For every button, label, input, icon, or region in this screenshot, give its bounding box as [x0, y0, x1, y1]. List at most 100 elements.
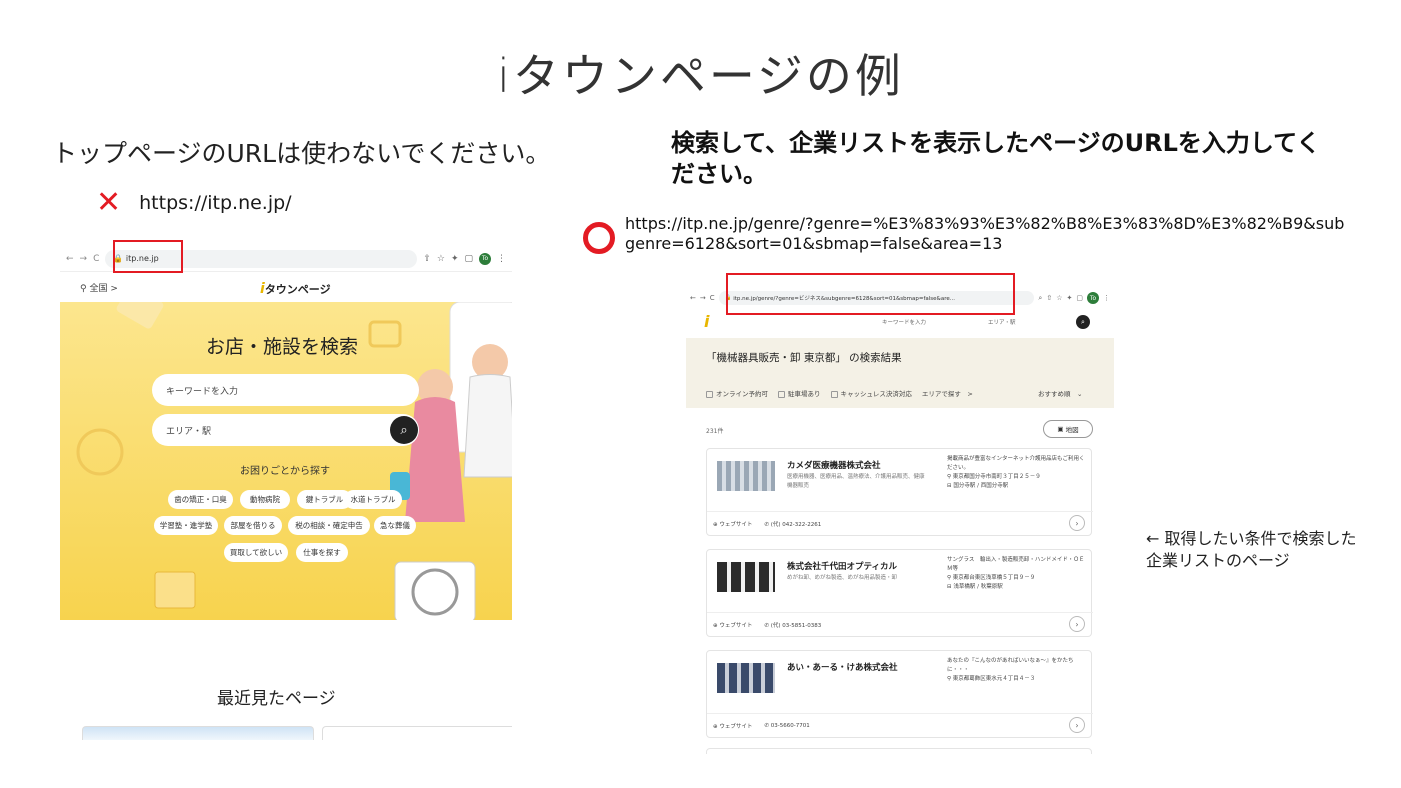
logo-text: タウンページ [264, 283, 331, 296]
checkbox-icon [778, 390, 785, 398]
filter-bar: オンライン予約可 駐車場あり キャッシュレス決済対応 エリアで探す > [706, 388, 973, 398]
chip[interactable]: 税の相談・確定申告 [288, 516, 370, 535]
station-row: ⊟ 国分寺駅 / 西国分寺駅 [947, 482, 1087, 491]
result-image [717, 663, 775, 693]
location-selector[interactable]: ⚲ 全国 > [80, 281, 118, 294]
address-text: 東京都葛飾区東水元４丁目４－３ [952, 676, 1036, 682]
website-label: ウェブサイト [719, 521, 753, 528]
chip[interactable]: 部屋を借りる [224, 516, 282, 535]
avatar[interactable]: To [479, 252, 491, 265]
result-desc: 掲載商品が豊富なインターネット介護用品店もご利用ください。 ⚲ 東京都国分寺市南… [947, 455, 1087, 491]
hero-section: お店・施設を検索 キーワードを入力 エリア・駅 ⌕ お困りごとから探す 歯の矯正… [60, 302, 512, 620]
chip[interactable]: 急な葬儀 [374, 516, 416, 535]
nav-buttons: ← → C [66, 254, 99, 264]
phone-link[interactable]: ✆ 03-5660-7701 [764, 723, 809, 729]
bad-url: https://itp.ne.jp/ [139, 192, 292, 214]
recent-heading: 最近見たページ [217, 689, 336, 709]
sidebar-icon[interactable]: ▢ [464, 254, 473, 264]
result-name[interactable]: カメダ医療機器株式会社 [787, 459, 881, 471]
good-example-row: https://itp.ne.jp/genre/?genre=%E3%83%93… [583, 214, 1345, 254]
recent-card[interactable] [82, 726, 314, 740]
chip[interactable]: 水道トラブル [344, 490, 402, 509]
result-image [717, 461, 775, 491]
puzzle-icon[interactable]: ✦ [1067, 294, 1073, 302]
result-desc: あなたの『こんなのがあればいいなぁ～』をかたちに・・・ ⚲ 東京都葛飾区東水元４… [947, 657, 1087, 684]
result-desc: サングラス 輸出入・製造販売卸・ハンドメイド・ＯＥＭ等 ⚲ 東京都台東区浅草橋５… [947, 556, 1087, 592]
reload-icon[interactable]: C [710, 294, 715, 302]
menu-icon[interactable]: ⋮ [1103, 294, 1110, 302]
zoom-icon[interactable]: ⌕ [1038, 294, 1042, 303]
forward-icon[interactable]: → [80, 254, 88, 264]
area-filter[interactable]: エリアで探す > [922, 388, 973, 398]
desc-text: 掲載商品が豊富なインターネット介護用品店もご利用ください。 [947, 456, 1085, 471]
star-icon[interactable]: ☆ [1056, 294, 1062, 302]
result-url-highlight [726, 273, 1015, 315]
share-icon[interactable]: ⇧ [423, 254, 431, 264]
phone-link[interactable]: ✆ (代) 03-5851-0383 [764, 621, 821, 629]
result-footer: ⊕ ウェブサイト ✆ (代) 03-5851-0383 [707, 612, 1093, 636]
star-icon[interactable]: ☆ [437, 254, 445, 264]
phone-text: (代) 03-5851-0383 [770, 622, 822, 629]
bad-example-row: ✕ https://itp.ne.jp/ [96, 188, 292, 218]
phone-text: 03-5660-7701 [770, 722, 810, 729]
result-name[interactable]: あい・あーる・けあ株式会社 [787, 661, 898, 673]
chip[interactable]: 買取して欲しい [224, 543, 288, 562]
search-icon: ⌕ [400, 422, 408, 438]
map-button[interactable]: ▣ 地図 [1043, 420, 1093, 438]
results-page-screenshot: ← → C 🔒 itp.ne.jp/genre/?genre=ビジネス&subg… [686, 288, 1114, 754]
area-input[interactable]: エリア・駅 [988, 318, 1016, 326]
top-url-highlight [113, 240, 183, 273]
result-count: 231件 [706, 428, 724, 435]
chevron-right-icon[interactable]: › [1069, 515, 1085, 531]
search-button[interactable]: ⌕ [390, 416, 418, 444]
chevron-right-icon[interactable]: › [1069, 616, 1085, 632]
result-card[interactable]: カメダ医療機器株式会社 医療用機器、医療用品、温熱療法、介護用品販売、健康機器販… [706, 448, 1093, 536]
website-label: ウェブサイト [719, 723, 753, 730]
result-footer: ⊕ ウェブサイト ✆ (代) 042-322-2261 [707, 511, 1093, 535]
area-input[interactable]: エリア・駅 [152, 414, 419, 446]
search-icon: ⌕ [1081, 317, 1085, 326]
chip[interactable]: 歯の矯正・口臭 [168, 490, 233, 509]
result-card[interactable]: あい・あーる・けあ株式会社 あなたの『こんなのがあればいいなぁ～』をかたちに・・… [706, 650, 1093, 738]
filter-label: キャッシュレス決済対応 [840, 390, 912, 398]
search-button[interactable]: ⌕ [1076, 315, 1090, 329]
phone-link[interactable]: ✆ (代) 042-322-2261 [764, 520, 821, 528]
sort-select[interactable]: おすすめ順 ⌄ [1038, 388, 1082, 398]
reload-icon[interactable]: C [93, 254, 99, 264]
avatar[interactable]: To [1087, 292, 1099, 304]
good-url: https://itp.ne.jp/genre/?genre=%E3%83%93… [625, 214, 1345, 253]
chevron-right-icon[interactable]: › [1069, 717, 1085, 733]
site-logo[interactable]: iタウンページ [260, 281, 331, 297]
circle-icon [583, 222, 615, 254]
results-header: 「機械器具販売・卸 東京都」 の検索結果 オンライン予約可 駐車場あり キャッシ… [686, 338, 1114, 408]
left-instruction: トップページのURLは使わないでください。 [52, 139, 551, 168]
station-text: 浅草橋駅 / 秋葉原駅 [953, 584, 1003, 590]
sidebar-icon[interactable]: ▢ [1076, 294, 1083, 302]
result-name[interactable]: 株式会社千代田オプティカル [787, 560, 897, 572]
site-logo[interactable]: i [704, 312, 709, 331]
cross-icon: ✕ [96, 185, 122, 220]
website-link[interactable]: ⊕ ウェブサイト [713, 621, 752, 629]
share-icon[interactable]: ⇧ [1046, 294, 1052, 302]
website-link[interactable]: ⊕ ウェブサイト [713, 722, 752, 730]
keyword-input[interactable]: キーワードを入力 [152, 374, 419, 406]
forward-icon[interactable]: → [700, 294, 706, 302]
checkbox-icon [830, 390, 838, 398]
chip[interactable]: 動物病院 [240, 490, 290, 509]
menu-icon[interactable]: ⋮ [497, 254, 506, 264]
filter-cashless[interactable]: キャッシュレス決済対応 [830, 388, 912, 398]
keyword-input[interactable]: キーワードを入力 [882, 318, 926, 326]
filter-parking[interactable]: 駐車場あり [778, 388, 821, 398]
filter-online[interactable]: オンライン予約可 [706, 388, 768, 398]
puzzle-icon[interactable]: ✦ [451, 254, 459, 264]
chip[interactable]: 仕事を探す [296, 543, 348, 562]
website-label: ウェブサイト [719, 622, 753, 629]
map-label: 地図 [1065, 426, 1079, 434]
result-card[interactable]: 株式会社千代田オプティカル めがね卸、めがね製造、めがね用品製造・卸 サングラス… [706, 549, 1093, 637]
result-card[interactable] [706, 748, 1092, 754]
website-link[interactable]: ⊕ ウェブサイト [713, 520, 752, 528]
chip[interactable]: 学習塾・進学塾 [154, 516, 218, 535]
back-icon[interactable]: ← [690, 294, 696, 302]
recent-card[interactable] [322, 726, 512, 740]
back-icon[interactable]: ← [66, 254, 74, 264]
